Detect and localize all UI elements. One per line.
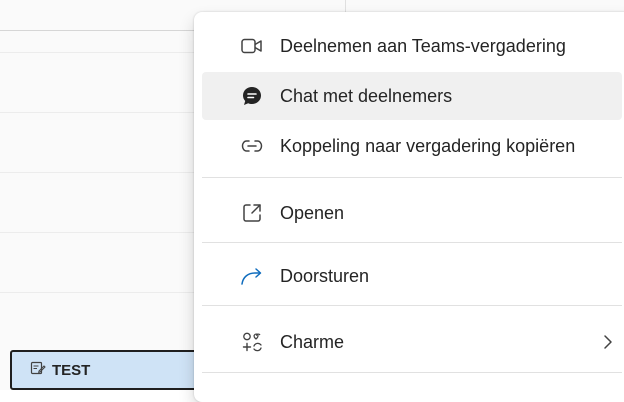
menu-item-label: Doorsturen [280,265,370,286]
menu-divider [202,305,622,306]
link-icon [240,134,264,158]
menu-item-copy-meeting-link[interactable]: Koppeling naar vergadering kopiëren [202,122,622,170]
chat-bubble-icon [240,84,264,108]
menu-item-label: Deelnemen aan Teams-vergadering [280,35,566,56]
menu-item-join-teams-meeting[interactable]: Deelnemen aan Teams-vergadering [202,22,622,70]
menu-item-label: Chat met deelnemers [280,85,453,106]
menu-item-chat-with-participants[interactable]: Chat met deelnemers [202,72,622,120]
menu-divider [202,242,622,243]
meeting-notes-icon [30,360,46,381]
menu-item-charm[interactable]: Charme [202,318,622,366]
open-external-icon [240,201,264,225]
menu-item-label: Charme [280,331,345,352]
chevron-right-icon [598,330,618,354]
menu-divider [202,177,622,178]
charm-icon [240,330,264,354]
calendar-event[interactable]: TEST [10,350,210,390]
menu-item-label: Koppeling naar vergadering kopiëren [280,135,576,156]
calendar-hour-line [0,172,200,173]
video-camera-icon [240,34,264,58]
calendar-hour-line [0,52,200,53]
menu-divider [202,372,622,373]
context-menu: Deelnemen aan Teams-vergadering Chat met… [194,12,624,402]
event-title: TEST [52,362,91,379]
menu-item-label: Openen [280,202,345,223]
forward-arrow-icon [240,264,264,288]
calendar-hour-line [0,112,200,113]
calendar-hour-line [0,292,200,293]
calendar-hour-line [0,232,200,233]
menu-item-open[interactable]: Openen [202,189,622,237]
menu-item-forward[interactable]: Doorsturen [202,252,622,300]
calendar-header-line [0,30,200,31]
